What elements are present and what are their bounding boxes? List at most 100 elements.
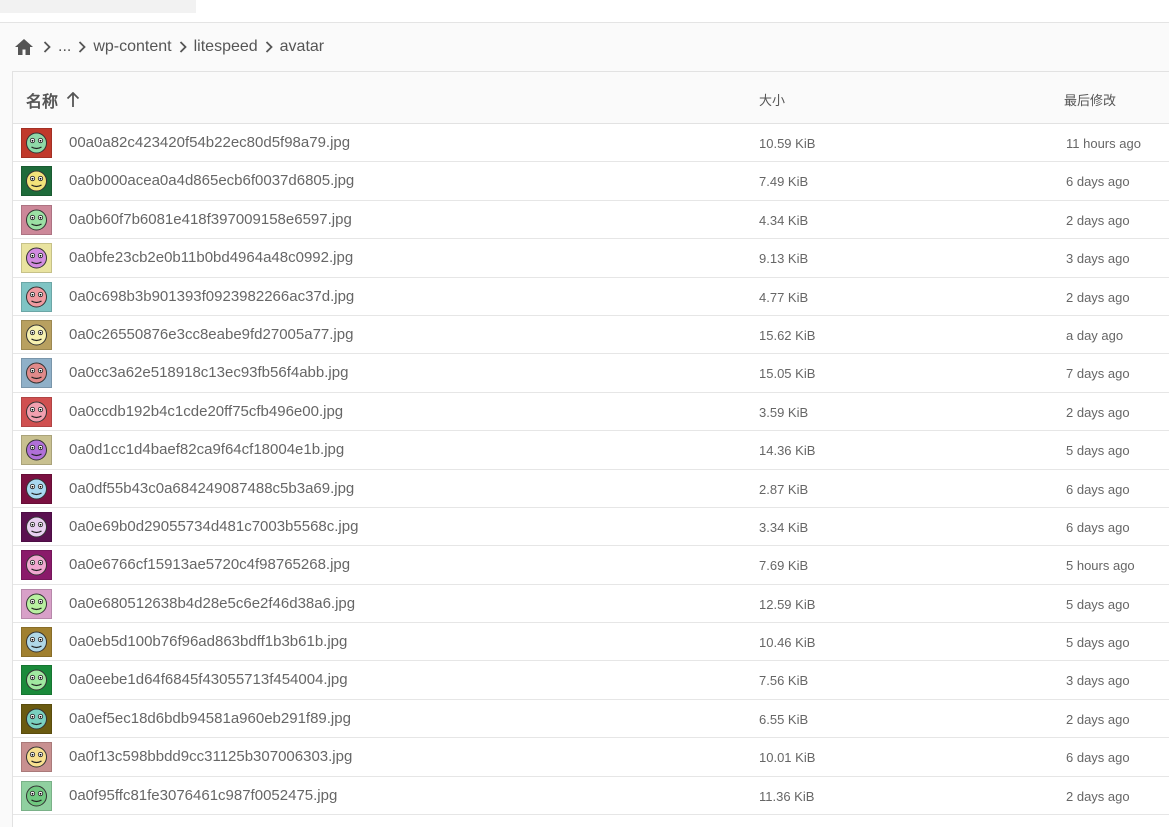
avatar-thumbnail[interactable] bbox=[21, 703, 52, 734]
file-size: 7.56 KiB bbox=[759, 673, 809, 689]
file-row[interactable]: 0a0c26550876e3cc8eabe9fd27005a77.jpg 15.6… bbox=[13, 316, 1169, 355]
breadcrumb: ... wp-content litespeed avatar bbox=[12, 23, 1169, 70]
file-name-link[interactable]: 0a0f95ffc81fe3076461c987f0052475.jpg bbox=[69, 787, 337, 804]
file-row[interactable]: 0a0d1cc1d4baef82ca9f64cf18004e1b.jpg 14.3… bbox=[13, 431, 1169, 470]
file-row[interactable]: 0a0c698b3b901393f0923982266ac37d.jpg 4.77… bbox=[13, 278, 1169, 316]
file-modified: 2 days ago bbox=[1066, 711, 1130, 727]
arrow-up-icon[interactable] bbox=[66, 92, 80, 108]
file-modified: 7 days ago bbox=[1066, 366, 1130, 382]
file-row[interactable]: 0a0cc3a62e518918c13ec93fb56f4abb.jpg 15.0… bbox=[13, 354, 1169, 393]
column-header-modified[interactable]: 最后修改 bbox=[1064, 90, 1116, 109]
breadcrumb-litespeed[interactable]: litespeed bbox=[194, 38, 258, 56]
file-size: 4.77 KiB bbox=[759, 289, 809, 305]
column-header-name[interactable]: 名称 bbox=[26, 88, 80, 112]
file-modified: 5 days ago bbox=[1066, 596, 1130, 612]
file-name-link[interactable]: 00a0a82c423420f54b22ec80d5f98a79.jpg bbox=[69, 134, 350, 151]
breadcrumb-avatar[interactable]: avatar bbox=[280, 38, 324, 56]
avatar-thumbnail[interactable] bbox=[21, 358, 52, 389]
file-name-link[interactable]: 0a0c698b3b901393f0923982266ac37d.jpg bbox=[69, 288, 354, 305]
file-name-link[interactable]: 0a0cc3a62e518918c13ec93fb56f4abb.jpg bbox=[69, 364, 348, 381]
file-size: 15.62 KiB bbox=[759, 327, 816, 343]
file-name-link[interactable]: 0a0b000acea0a4d865ecb6f0037d6805.jpg bbox=[69, 172, 354, 189]
file-size: 3.59 KiB bbox=[759, 404, 809, 420]
top-bar bbox=[0, 0, 1169, 23]
file-name-link[interactable]: 0a0eebe1d64f6845f43055713f454004.jpg bbox=[69, 671, 348, 688]
avatar-thumbnail[interactable] bbox=[21, 128, 52, 158]
file-name-link[interactable]: 0a0ccdb192b4c1cde20ff75cfb496e00.jpg bbox=[69, 403, 343, 420]
file-name-link[interactable]: 0a0f13c598bbdd9cc31125b307006303.jpg bbox=[69, 748, 352, 765]
avatar-thumbnail[interactable] bbox=[21, 473, 52, 504]
file-modified: 5 hours ago bbox=[1066, 558, 1135, 574]
file-modified: 6 days ago bbox=[1066, 481, 1130, 497]
file-size: 7.49 KiB bbox=[759, 174, 809, 190]
file-name-link[interactable]: 0a0b60f7b6081e418f397009158e6597.jpg bbox=[69, 211, 352, 228]
browser-tab-strip bbox=[0, 0, 196, 13]
file-size: 4.34 KiB bbox=[759, 212, 809, 228]
avatar-thumbnail[interactable] bbox=[21, 627, 52, 658]
chevron-right-icon bbox=[36, 37, 58, 57]
file-size: 12.59 KiB bbox=[759, 596, 816, 612]
file-row[interactable]: 00a0a82c423420f54b22ec80d5f98a79.jpg 10.5… bbox=[13, 124, 1169, 163]
file-modified: 2 days ago bbox=[1066, 788, 1130, 804]
file-row[interactable]: 0a0bfe23cb2e0b11b0bd4964a48c0992.jpg 9.13… bbox=[13, 239, 1169, 278]
file-row[interactable]: 0a0f13c598bbdd9cc31125b307006303.jpg 10.0… bbox=[13, 738, 1169, 777]
breadcrumb-ellipsis[interactable]: ... bbox=[58, 38, 71, 56]
column-header-size[interactable]: 大小 bbox=[759, 90, 785, 109]
file-row[interactable]: 0a0e69b0d29055734d481c7003b5568c.jpg 3.34… bbox=[13, 508, 1169, 547]
file-row[interactable]: 0a0b000acea0a4d865ecb6f0037d6805.jpg 7.49… bbox=[13, 162, 1169, 201]
file-name-link[interactable]: 0a0eb5d100b76f96ad863bdff1b3b61b.jpg bbox=[69, 633, 347, 650]
file-modified: 2 days ago bbox=[1066, 404, 1130, 420]
column-name-label: 名称 bbox=[26, 94, 59, 111]
file-size: 10.59 KiB bbox=[759, 136, 816, 151]
file-row[interactable]: 0a0ef5ec18d6bdb94581a960eb291f89.jpg 6.55… bbox=[13, 700, 1169, 739]
avatar-thumbnail[interactable] bbox=[21, 780, 52, 811]
file-name-link[interactable]: 0a0e6766cf15913ae5720c4f98765268.jpg bbox=[69, 556, 350, 573]
avatar-thumbnail[interactable] bbox=[21, 588, 52, 619]
file-size: 11.36 KiB bbox=[759, 788, 815, 804]
file-row[interactable]: 0a0eebe1d64f6845f43055713f454004.jpg 7.56… bbox=[13, 661, 1169, 700]
chevron-right-icon bbox=[71, 37, 93, 57]
file-row[interactable]: 0a0df55b43c0a684249087488c5b3a69.jpg 2.87… bbox=[13, 470, 1169, 508]
avatar-thumbnail[interactable] bbox=[21, 204, 52, 235]
file-size: 3.34 KiB bbox=[759, 519, 809, 535]
file-name-link[interactable]: 0a0e680512638b4d28e5c6e2f46d38a6.jpg bbox=[69, 595, 355, 612]
file-row[interactable]: 0a0e6766cf15913ae5720c4f98765268.jpg 7.69… bbox=[13, 546, 1169, 585]
file-size: 10.01 KiB bbox=[759, 750, 816, 766]
avatar-thumbnail[interactable] bbox=[21, 511, 52, 542]
file-size: 15.05 KiB bbox=[759, 366, 816, 382]
file-row[interactable]: 0a0eb5d100b76f96ad863bdff1b3b61b.jpg 10.4… bbox=[13, 623, 1169, 662]
avatar-thumbnail[interactable] bbox=[21, 243, 52, 274]
file-listing: 名称 大小 最后修改 00a0a82c423420f54b22ec80d5f98… bbox=[12, 71, 1169, 827]
avatar-thumbnail[interactable] bbox=[21, 166, 52, 197]
file-modified: 6 days ago bbox=[1066, 174, 1130, 190]
file-size: 6.55 KiB bbox=[759, 711, 809, 727]
file-size: 2.87 KiB bbox=[759, 481, 809, 497]
avatar-thumbnail[interactable] bbox=[21, 742, 52, 773]
avatar-thumbnail[interactable] bbox=[21, 550, 52, 581]
home-icon[interactable] bbox=[12, 35, 36, 59]
avatar-thumbnail[interactable] bbox=[21, 665, 52, 696]
file-modified: 5 days ago bbox=[1066, 635, 1130, 651]
file-modified: 3 days ago bbox=[1066, 673, 1130, 689]
file-size: 9.13 KiB bbox=[759, 251, 809, 267]
file-row[interactable]: 0a0e680512638b4d28e5c6e2f46d38a6.jpg 12.5… bbox=[13, 585, 1169, 624]
file-row[interactable]: 0a0f95ffc81fe3076461c987f0052475.jpg 11.3… bbox=[13, 777, 1169, 816]
file-size: 14.36 KiB bbox=[759, 443, 816, 459]
file-name-link[interactable]: 0a0df55b43c0a684249087488c5b3a69.jpg bbox=[69, 480, 354, 497]
file-name-link[interactable]: 0a0d1cc1d4baef82ca9f64cf18004e1b.jpg bbox=[69, 441, 344, 458]
avatar-thumbnail[interactable] bbox=[21, 435, 52, 466]
file-row[interactable]: 0a0ccdb192b4c1cde20ff75cfb496e00.jpg 3.59… bbox=[13, 393, 1169, 432]
avatar-thumbnail[interactable] bbox=[21, 319, 52, 350]
file-modified: 2 days ago bbox=[1066, 212, 1130, 228]
file-name-link[interactable]: 0a0bfe23cb2e0b11b0bd4964a48c0992.jpg bbox=[69, 249, 353, 266]
file-name-link[interactable]: 0a0c26550876e3cc8eabe9fd27005a77.jpg bbox=[69, 326, 353, 343]
breadcrumb-wp-content[interactable]: wp-content bbox=[93, 38, 171, 56]
avatar-thumbnail[interactable] bbox=[21, 281, 52, 312]
file-modified: a day ago bbox=[1066, 327, 1124, 343]
file-name-link[interactable]: 0a0e69b0d29055734d481c7003b5568c.jpg bbox=[69, 518, 358, 535]
file-modified: 6 days ago bbox=[1066, 750, 1130, 766]
file-name-link[interactable]: 0a0ef5ec18d6bdb94581a960eb291f89.jpg bbox=[69, 710, 351, 727]
file-row[interactable]: 0a0b60f7b6081e418f397009158e6597.jpg 4.34… bbox=[13, 201, 1169, 240]
avatar-thumbnail[interactable] bbox=[21, 396, 52, 427]
chevron-right-icon bbox=[258, 37, 280, 57]
